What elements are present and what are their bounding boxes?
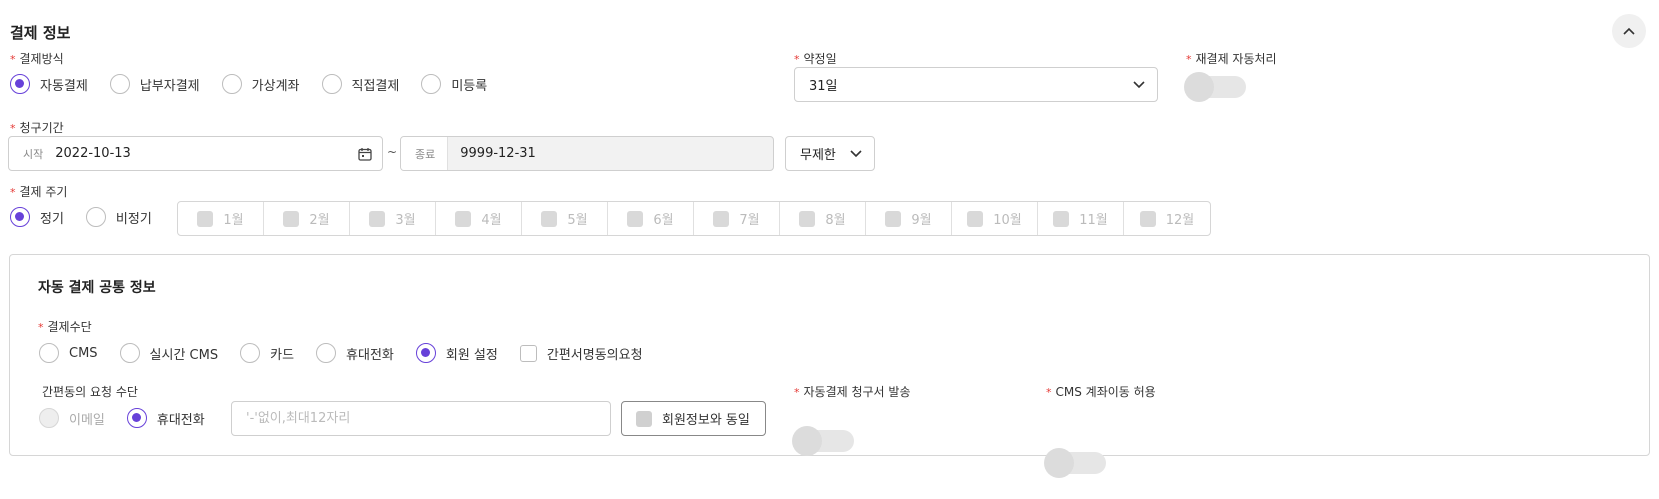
month-checkbox: 3월 [350,202,436,235]
radio-mobile-phone[interactable]: 휴대전화 [316,343,394,363]
month-checkbox: 9월 [866,202,952,235]
radio-irregular[interactable]: 비정기 [85,207,152,227]
month-checkbox: 7월 [694,202,780,235]
phone-number-input[interactable] [231,401,611,436]
radio-virtual-account[interactable]: 가상계좌 [221,74,300,94]
radio-cms[interactable]: CMS [39,343,98,363]
start-date-prefix: 시작 [23,147,44,161]
consent-request-checkbox[interactable]: 간편서명동의요청 [519,344,643,363]
calendar-icon[interactable] [358,147,372,161]
radio-card[interactable]: 카드 [240,343,294,363]
month-selector: 1월 2월 3월 4월 5월 6월 7월 8월 9월 10월 11월 12월 [177,201,1211,236]
month-checkbox: 8월 [780,202,866,235]
payment-method-radio-group: 자동결제 납부자결제 가상계좌 직접결제 미등록 [10,74,509,94]
radio-unregistered[interactable]: 미등록 [421,74,487,94]
month-checkbox: 2월 [264,202,350,235]
month-checkbox: 5월 [522,202,608,235]
section-title: 결제 정보 [10,24,71,42]
promise-day-select[interactable]: 31일 [794,67,1158,102]
end-date-value: 9999-12-31 [460,146,536,161]
radio-consent-phone[interactable]: 휴대전화 [126,408,205,428]
radio-auto-payment[interactable]: 자동결제 [10,74,88,94]
promise-day-value: 31일 [809,79,838,94]
cms-transfer-label: * CMS 계좌이동 허용 [1046,385,1156,399]
month-checkbox: 11월 [1038,202,1124,235]
invoice-toggle[interactable] [792,426,854,456]
date-separator: ~ [387,145,398,159]
simple-consent-radio-group: 이메일 휴대전화 [39,408,227,428]
required-mark: * [10,53,16,66]
cms-transfer-toggle[interactable] [1044,448,1106,478]
chevron-down-icon [850,149,862,157]
simple-consent-label: 간편동의 요청 수단 [42,385,138,399]
radio-direct-payment[interactable]: 직접결제 [321,74,399,94]
invoice-label: * 자동결제 청구서 발송 [794,385,911,399]
start-date-value: 2022-10-13 [55,146,131,161]
radio-payer-payment[interactable]: 납부자결제 [109,74,200,94]
collapse-button[interactable] [1612,14,1646,48]
period-limit-select[interactable]: 무제한 [785,136,875,171]
chevron-down-icon [1133,80,1145,88]
end-date-prefix: 종료 [415,147,436,161]
payment-cycle-label: * 결제 주기 [10,185,68,199]
panel-title: 자동 결제 공통 정보 [38,280,156,296]
month-checkbox: 1월 [178,202,264,235]
chevron-up-icon [1623,27,1635,35]
month-checkbox: 12월 [1124,202,1210,235]
payment-means-radio-group: CMS 실시간 CMS 카드 휴대전화 회원 설정 간편서명동의요청 [39,343,643,363]
payment-cycle-radio-group: 정기 비정기 [10,207,174,227]
radio-regular[interactable]: 정기 [10,207,64,227]
month-checkbox: 4월 [436,202,522,235]
radio-member-setting[interactable]: 회원 설정 [415,343,498,363]
promise-day-label: * 약정일 [794,52,837,66]
billing-period-label: * 청구기간 [10,121,64,135]
radio-email: 이메일 [39,408,105,428]
same-as-member-button[interactable]: 회원정보와 동일 [621,401,766,436]
period-limit-value: 무제한 [800,148,836,163]
auto-retry-label: * 재결제 자동처리 [1186,52,1277,66]
payment-method-label: * 결제방식 [10,52,64,66]
radio-realtime-cms[interactable]: 실시간 CMS [119,343,218,363]
month-checkbox: 6월 [608,202,694,235]
checkbox-icon [636,410,652,427]
auto-retry-toggle[interactable] [1184,72,1246,102]
start-date-field[interactable]: 시작 2022-10-13 [8,136,383,171]
end-date-field: 종료 9999-12-31 [400,136,774,171]
payment-means-label: * 결제수단 [38,320,92,334]
month-checkbox: 10월 [952,202,1038,235]
